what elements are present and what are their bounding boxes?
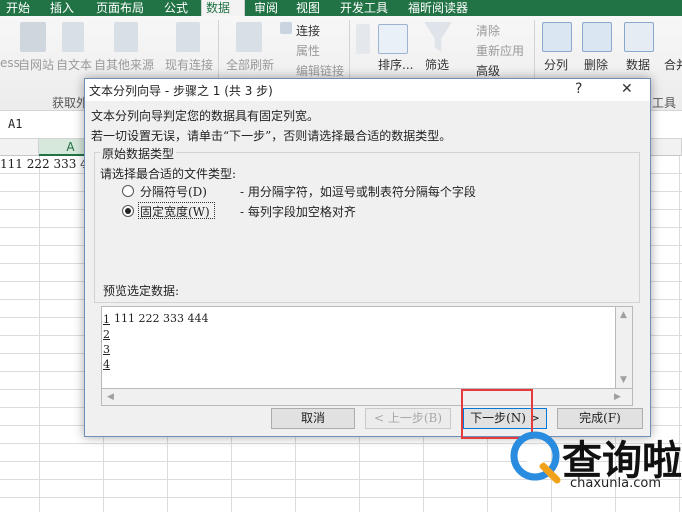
- choose-type-label: 请选择最合适的文件类型:: [100, 167, 237, 181]
- dialog-intro-line-1: 文本分列向导判定您的数据具有固定列宽。: [91, 109, 320, 123]
- preview-vertical-scrollbar[interactable]: ▲ ▼: [616, 306, 633, 389]
- data-type-group: 原始数据类型 请选择最合适的文件类型: 分隔符号(D) - 用分隔字符，如逗号或…: [94, 145, 640, 303]
- preview-row-number: 1: [103, 313, 110, 326]
- fixed-width-description: - 每列字段加空格对齐: [240, 205, 356, 219]
- reapply-button[interactable]: 重新应用: [476, 42, 524, 59]
- table-icon: [176, 22, 200, 52]
- chaxunla-logo-icon: [510, 431, 561, 484]
- tab-data[interactable]: 数据: [201, 0, 245, 16]
- advanced-button[interactable]: 高级: [476, 62, 500, 79]
- data-validation-icon: [624, 22, 654, 52]
- clear-button[interactable]: 清除: [476, 22, 500, 39]
- sort-az-icon: [356, 24, 370, 54]
- dialog-intro-line-2: 若一切设置无误，请单击“下一步”，否则请选择最合适的数据类型。: [91, 129, 452, 143]
- from-other-button[interactable]: 自其他来源: [94, 56, 154, 73]
- preview-pane[interactable]: 1 2 3 4 111 222 333 444: [101, 306, 616, 389]
- tab-view[interactable]: 视图: [292, 0, 324, 16]
- refresh-icon: [236, 22, 262, 52]
- existing-connections-button[interactable]: 现有连接: [165, 56, 213, 73]
- sort-dialog-icon: [378, 24, 408, 54]
- cancel-button[interactable]: 取消: [271, 408, 355, 429]
- scroll-left-icon[interactable]: ◀: [107, 392, 114, 402]
- tab-foxit[interactable]: 福昕阅读器: [404, 0, 472, 16]
- preview-row-number: 3: [103, 343, 110, 356]
- ribbon-tab-bar: 开始 插入 页面布局 公式 数据 审阅 视图 开发工具 福昕阅读器: [0, 0, 682, 16]
- tab-page-layout[interactable]: 页面布局: [92, 0, 148, 16]
- preview-row-1-text: 111 222 333 444: [114, 312, 209, 325]
- preview-horizontal-scrollbar[interactable]: ◀ ▶: [101, 389, 633, 406]
- watermark-url: chaxunla.com: [570, 476, 661, 491]
- document-icon: [62, 22, 84, 52]
- database-icon: [114, 22, 138, 52]
- text-to-columns-icon: [542, 22, 572, 52]
- connections-icon: [280, 22, 292, 34]
- text-to-columns-button[interactable]: 分列: [544, 56, 568, 73]
- from-access-button[interactable]: ess: [0, 56, 20, 70]
- edit-links-button[interactable]: 编辑链接: [296, 62, 344, 79]
- group-label-get-external: 获取外: [52, 96, 89, 110]
- data-type-group-label: 原始数据类型: [100, 145, 177, 162]
- filter-icon: [424, 22, 452, 52]
- fixed-width-radio-label[interactable]: 固定宽度(W): [140, 203, 210, 220]
- delimited-radio-label[interactable]: 分隔符号(D): [140, 183, 207, 200]
- preview-row-number: 4: [103, 358, 110, 371]
- consolidate-button[interactable]: 合并: [664, 56, 682, 73]
- tab-review[interactable]: 审阅: [250, 0, 282, 16]
- group-label-data-tools: 工具: [652, 96, 677, 110]
- remove-duplicates-icon: [582, 22, 612, 52]
- tab-developer[interactable]: 开发工具: [336, 0, 392, 16]
- refresh-all-button[interactable]: 全部刷新: [226, 56, 274, 73]
- delimited-radio[interactable]: [122, 185, 134, 197]
- sort-button[interactable]: 排序...: [378, 56, 413, 73]
- remove-duplicates-button[interactable]: 删除: [584, 56, 608, 73]
- preview-label: 预览选定数据:: [103, 284, 180, 298]
- properties-button[interactable]: 属性: [296, 42, 320, 59]
- from-web-button[interactable]: 自网站: [18, 56, 54, 73]
- text-to-columns-dialog: 文本分列向导 - 步骤之 1 (共 3 步) ? ✕ 文本分列向导判定您的数据具…: [84, 78, 651, 437]
- tab-home[interactable]: 开始: [2, 0, 34, 16]
- back-button[interactable]: < 上一步(B): [365, 408, 451, 429]
- fixed-width-radio[interactable]: [122, 205, 134, 217]
- tab-formulas[interactable]: 公式: [160, 0, 192, 16]
- connections-button[interactable]: 连接: [296, 22, 320, 39]
- dialog-title: 文本分列向导 - 步骤之 1 (共 3 步): [89, 84, 273, 98]
- from-text-button[interactable]: 自文本: [56, 56, 92, 73]
- dialog-titlebar[interactable]: 文本分列向导 - 步骤之 1 (共 3 步) ? ✕: [85, 79, 650, 101]
- tab-insert[interactable]: 插入: [46, 0, 78, 16]
- name-box[interactable]: A1: [8, 117, 22, 131]
- help-icon[interactable]: ?: [575, 81, 582, 97]
- radio-selected-dot: [125, 208, 131, 214]
- data-validation-button[interactable]: 数据: [626, 56, 650, 73]
- filter-button[interactable]: 筛选: [425, 56, 449, 73]
- finish-button[interactable]: 完成(F): [557, 408, 643, 429]
- preview-row-number: 2: [103, 328, 110, 341]
- corner-cell[interactable]: [0, 139, 39, 156]
- scroll-down-icon[interactable]: ▼: [620, 375, 627, 385]
- close-icon[interactable]: ✕: [621, 81, 633, 97]
- delimited-description: - 用分隔字符，如逗号或制表符分隔每个字段: [240, 185, 476, 199]
- database-icon: [20, 22, 46, 52]
- scroll-up-icon[interactable]: ▲: [620, 310, 627, 320]
- scroll-right-icon[interactable]: ▶: [614, 392, 621, 402]
